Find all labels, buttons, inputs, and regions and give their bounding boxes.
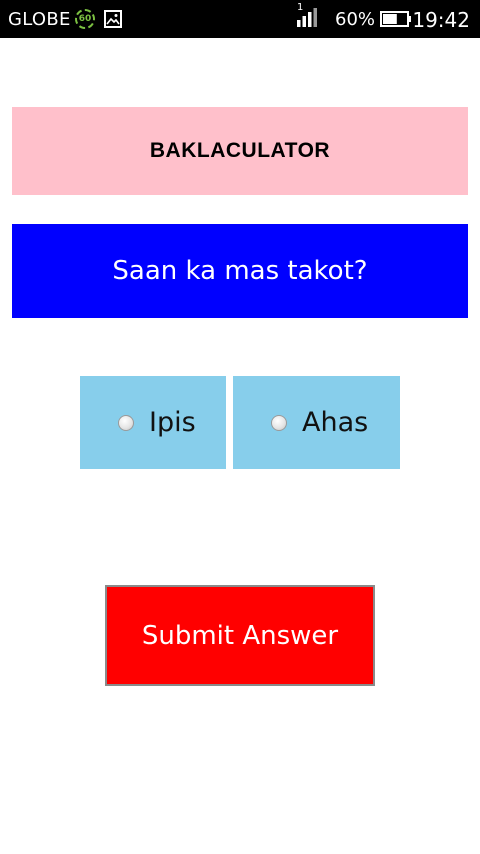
submit-answer-button[interactable]: Submit Answer	[105, 585, 375, 686]
signal-icon	[296, 6, 320, 32]
battery-icon	[380, 11, 412, 31]
radio-button-ipis[interactable]	[118, 414, 134, 431]
image-icon	[104, 10, 122, 32]
option-ahas[interactable]: Ahas	[233, 376, 400, 469]
question-text: Saan ka mas takot?	[112, 256, 368, 286]
option-label-ahas: Ahas	[302, 407, 369, 438]
clock: 19:42	[412, 8, 470, 32]
app-title-banner: BAKLACULATOR	[12, 107, 468, 195]
submit-button-label: Submit Answer	[141, 620, 339, 651]
carrier-name: GLOBE	[8, 9, 71, 30]
app-title: BAKLACULATOR	[149, 139, 331, 162]
option-label-ipis: Ipis	[149, 407, 196, 438]
battery-percent: 60%	[335, 9, 376, 30]
radio-button-ahas[interactable]	[271, 414, 287, 431]
battery-fill	[383, 14, 397, 24]
data-indicator-icon: 60	[75, 9, 95, 29]
status-bar: GLOBE 60 1 60% 19:42	[0, 0, 480, 38]
option-ipis[interactable]: Ipis	[80, 376, 226, 469]
question-banner: Saan ka mas takot?	[12, 224, 468, 318]
